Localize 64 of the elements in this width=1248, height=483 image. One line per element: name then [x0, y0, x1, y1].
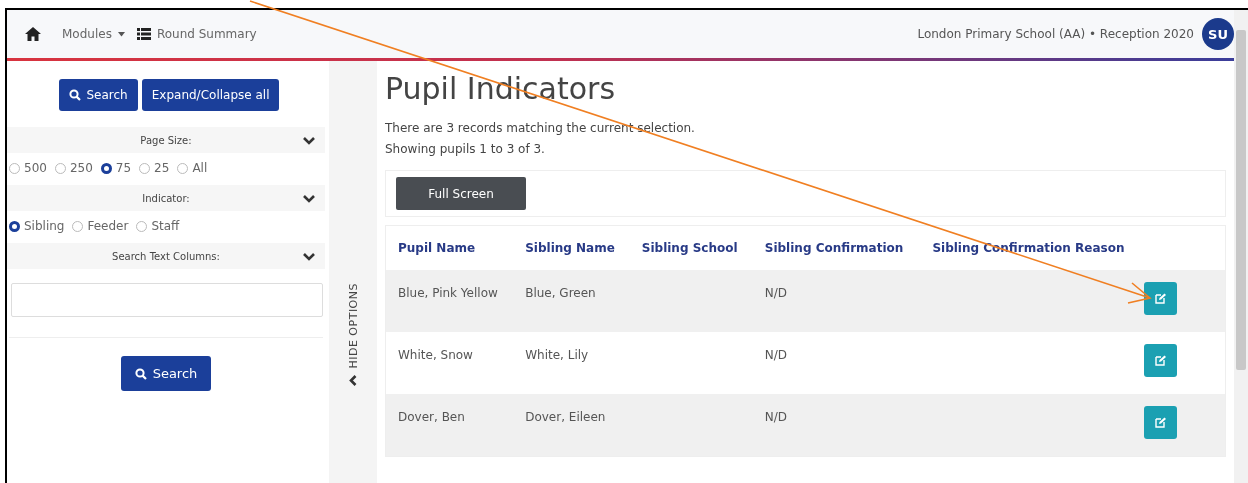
- radio-option[interactable]: 500: [9, 161, 47, 175]
- radio-option[interactable]: 25: [139, 161, 170, 175]
- section-title: Page Size:: [140, 134, 192, 146]
- home-icon: [24, 26, 42, 42]
- table-cell: Blue, Pink Yellow: [398, 286, 498, 300]
- user-avatar[interactable]: SU: [1202, 18, 1234, 50]
- caret-icon: [117, 31, 125, 37]
- search-icon: [134, 367, 147, 380]
- edit-button[interactable]: [1144, 406, 1177, 439]
- radio-button[interactable]: [9, 162, 20, 174]
- table-cell: Blue, Green: [525, 286, 596, 300]
- radio-option[interactable]: 75: [100, 161, 132, 175]
- nav-link[interactable]: Round Summary: [136, 27, 257, 41]
- chevron-down-icon: [303, 136, 315, 145]
- school-context: London Primary School (AA) • Reception 2020: [917, 27, 1194, 41]
- table-cell: N/D: [764, 410, 788, 424]
- radio-option[interactable]: Staff: [136, 219, 180, 233]
- section-title: Indicator:: [142, 192, 190, 204]
- table-cell: N/D: [764, 348, 788, 362]
- edit-icon: [1155, 417, 1166, 428]
- radio-option[interactable]: Feeder: [72, 219, 129, 233]
- section-header[interactable]: Indicator:: [7, 185, 325, 211]
- radio-button[interactable]: [9, 220, 20, 232]
- section-title: Search Text Columns:: [112, 250, 220, 262]
- edit-icon: [1155, 355, 1166, 366]
- chevron-left-icon: [349, 374, 357, 386]
- table-cell: Dover, Eileen: [525, 410, 606, 424]
- radio-button[interactable]: [136, 220, 148, 232]
- column-header[interactable]: Sibling School: [629, 226, 753, 270]
- edit-button[interactable]: [1144, 344, 1177, 377]
- radio-button[interactable]: [54, 162, 66, 174]
- search-icon: [68, 89, 81, 101]
- scrollbar-thumb[interactable]: [1236, 30, 1246, 370]
- summary-text: There are 3 records matching the current selection.: [385, 120, 696, 137]
- full-screen-button[interactable]: Full Screen: [396, 177, 526, 210]
- table-cell: White, Lily: [525, 348, 589, 362]
- search-text-field[interactable]: [11, 283, 323, 317]
- edit-icon: [1155, 293, 1166, 304]
- table-cell: N/D: [764, 286, 788, 300]
- column-header[interactable]: Sibling Name: [513, 226, 630, 270]
- edit-button[interactable]: [1144, 282, 1177, 315]
- radio-button[interactable]: [72, 220, 84, 232]
- radio-option[interactable]: 250: [54, 161, 93, 175]
- radio-button[interactable]: [177, 162, 189, 174]
- chevron-down-icon: [303, 252, 315, 261]
- expand-collapse-button[interactable]: Expand/Collapse all: [141, 79, 280, 111]
- column-header[interactable]: Sibling Confirmation: [752, 226, 921, 270]
- modules-menu[interactable]: Modules: [62, 27, 125, 41]
- chevron-down-icon: [303, 194, 315, 203]
- scrollbar[interactable]: [1234, 10, 1248, 483]
- section-header[interactable]: Page Size:: [7, 127, 325, 153]
- search-button[interactable]: Search: [58, 79, 138, 111]
- list-icon: [136, 28, 151, 40]
- radio-button[interactable]: [100, 162, 112, 174]
- table-cell: Dover, Ben: [398, 410, 465, 424]
- radio-option[interactable]: Sibling: [9, 219, 65, 233]
- radio-button[interactable]: [139, 162, 151, 174]
- hide-options-toggle[interactable]: HIDE OPTIONS: [346, 283, 360, 369]
- radio-option[interactable]: All: [177, 161, 208, 175]
- summary-text: Showing pupils 1 to 3 of 3.: [385, 141, 546, 158]
- search-button[interactable]: Search: [120, 356, 212, 391]
- column-header[interactable]: Pupil Name: [386, 226, 514, 270]
- table-cell: White, Snow: [398, 348, 473, 362]
- section-header[interactable]: Search Text Columns:: [7, 243, 325, 269]
